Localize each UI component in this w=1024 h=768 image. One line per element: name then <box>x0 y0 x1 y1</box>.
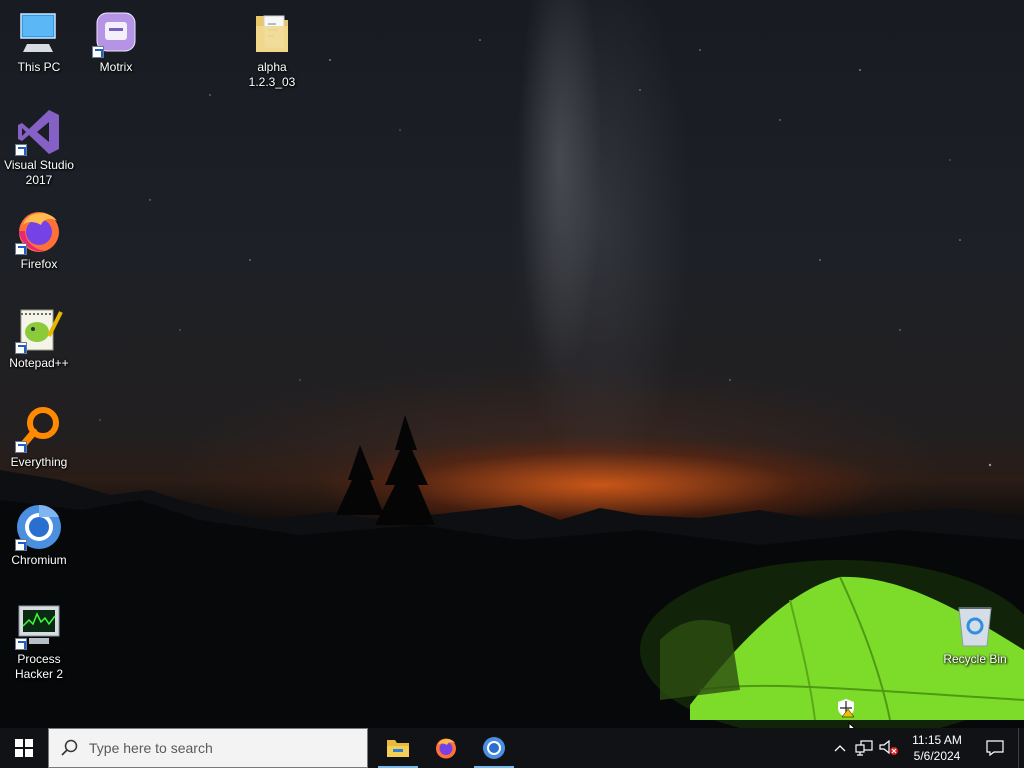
desktop-icon-recycle-bin[interactable]: Recycle Bin <box>937 602 1013 667</box>
chromium-icon <box>15 503 63 551</box>
desktop-icon-motrix[interactable]: Motrix <box>78 10 154 75</box>
desktop-wallpaper <box>0 0 1024 728</box>
shortcut-arrow-icon <box>15 342 27 354</box>
shortcut-arrow-icon <box>15 144 27 156</box>
clock-time: 11:15 AM <box>912 733 962 747</box>
taskbar-clock[interactable]: 11:15 AM 5/6/2024 <box>902 728 972 768</box>
firefox-icon <box>15 207 63 255</box>
defender-warning-icon[interactable] <box>836 698 856 718</box>
network-icon <box>855 740 873 756</box>
everything-icon <box>15 405 63 453</box>
desktop-icon-chromium[interactable]: Chromium <box>1 503 77 568</box>
desktop-icon-everything[interactable]: Everything <box>1 405 77 470</box>
desktop-icon-label: Everything <box>10 455 68 469</box>
desktop-icon-label: Recycle Bin <box>943 652 1007 666</box>
shortcut-arrow-icon <box>92 46 104 58</box>
desktop-icon-label: Chromium <box>11 553 67 567</box>
stars <box>99 39 992 467</box>
shortcut-arrow-icon <box>15 539 27 551</box>
taskbar-firefox[interactable] <box>422 728 470 768</box>
folder-icon <box>248 10 296 58</box>
chromium-icon <box>483 737 505 759</box>
shortcut-arrow-icon <box>15 243 27 255</box>
taskbar-file-explorer[interactable] <box>374 728 422 768</box>
tree-silhouettes <box>336 415 435 525</box>
show-hidden-icons-button[interactable] <box>828 728 852 768</box>
search-icon <box>61 739 78 756</box>
motrix-icon <box>92 10 140 58</box>
desktop-icon-label: This PC <box>17 60 61 74</box>
desktop-icon-label: Visual Studio 2017 <box>4 158 74 187</box>
file-explorer-icon <box>387 740 409 757</box>
volume-muted-icon <box>879 740 898 755</box>
desktop-icon-label: Process Hacker 2 <box>14 652 64 681</box>
desktop-icon-label: alpha 1.2.3_03 <box>248 60 296 89</box>
clock-date: 5/6/2024 <box>913 749 961 763</box>
desktop-icon-firefox[interactable]: Firefox <box>1 207 77 272</box>
shortcut-arrow-icon <box>15 441 27 453</box>
chevron-up-icon <box>834 745 846 752</box>
windows-logo-icon <box>15 739 33 757</box>
taskbar: Type here to search 11:15 AM 5/6/2024 <box>0 728 1024 768</box>
recycle-bin-icon <box>951 602 999 650</box>
firefox-icon <box>436 738 456 759</box>
show-desktop-button[interactable] <box>1018 728 1024 768</box>
wallpaper-scene <box>0 39 1024 728</box>
desktop-icon-label: Notepad++ <box>9 356 69 370</box>
taskbar-chromium[interactable] <box>470 728 518 768</box>
network-button[interactable] <box>852 728 876 768</box>
action-center-button[interactable] <box>972 728 1018 768</box>
shortcut-arrow-icon <box>15 638 27 650</box>
system-tray: 11:15 AM 5/6/2024 <box>828 728 1024 768</box>
desktop-icon-notepadpp[interactable]: Notepad++ <box>1 306 77 371</box>
taskbar-search-box[interactable]: Type here to search <box>48 728 368 768</box>
visual-studio-icon <box>15 108 63 156</box>
desktop-icon-this-pc[interactable]: This PC <box>1 10 77 75</box>
notification-icon <box>986 740 1004 756</box>
volume-button[interactable] <box>876 728 902 768</box>
this-pc-icon <box>15 10 63 58</box>
process-hacker-icon <box>15 602 63 650</box>
desktop-icon-process-hacker[interactable]: Process Hacker 2 <box>1 602 77 682</box>
notepadpp-icon <box>15 306 63 354</box>
desktop-icon-label: Motrix <box>99 60 133 74</box>
search-placeholder: Type here to search <box>89 740 213 756</box>
desktop-icon-alpha-folder[interactable]: alpha 1.2.3_03 <box>234 10 310 90</box>
desktop-icon-label: Firefox <box>20 257 58 271</box>
desktop-icon-visual-studio[interactable]: Visual Studio 2017 <box>1 108 77 188</box>
start-button[interactable] <box>0 728 48 768</box>
